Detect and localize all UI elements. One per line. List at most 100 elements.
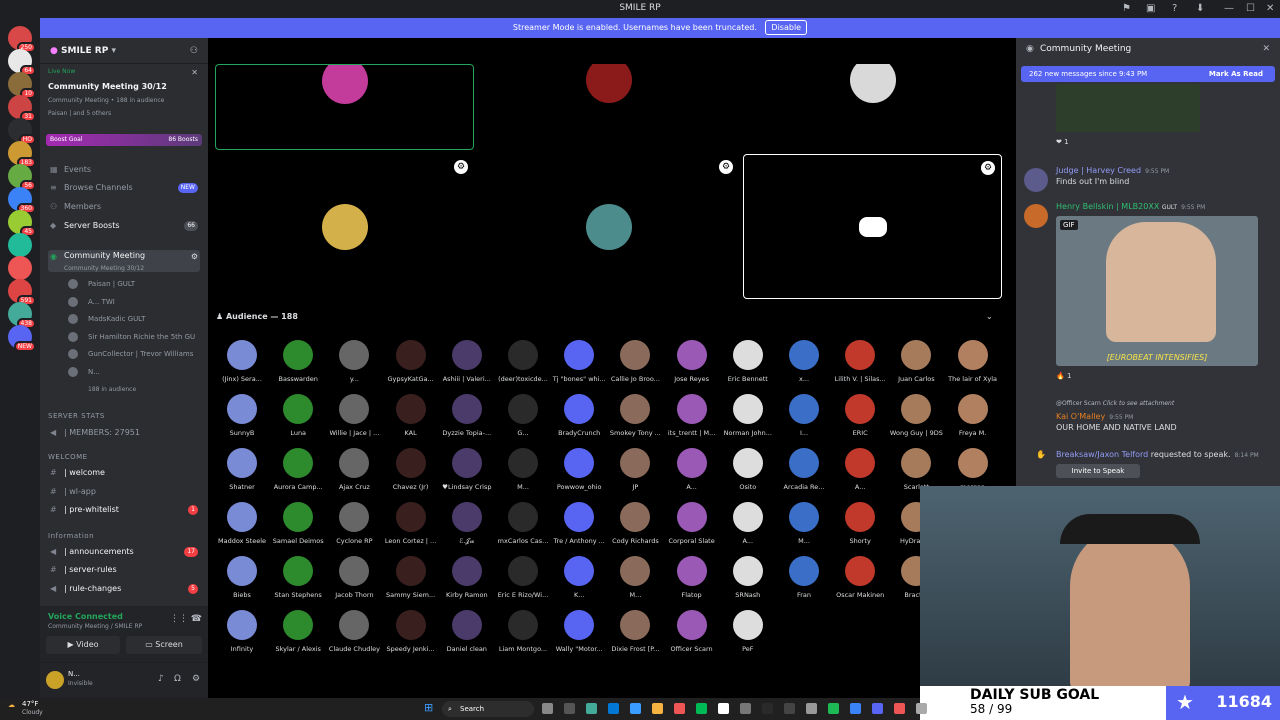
channel-pre-whitelist[interactable]: # | pre-whitelist 1 [48,502,200,518]
audience-member[interactable]: JP [607,448,663,502]
audience-member[interactable]: Corporal Slate [664,502,720,556]
audience-member[interactable]: Ashiii | Valeri... [439,340,495,394]
audience-member[interactable]: PeF [720,610,776,664]
video-button[interactable]: ▶ Video [46,636,120,654]
audience-member[interactable]: Tj "bones" whi... [551,340,607,394]
stage-speaker[interactable]: GunCollector | Trevor Williams [48,346,200,362]
audience-member[interactable]: GypsyKatGa... [383,340,439,394]
server-icon[interactable]: 64 [8,49,36,76]
speaker-settings-icon[interactable]: ⚙ [454,160,468,174]
taskbar-app-icon[interactable] [564,703,575,714]
audience-member[interactable]: Arcadia Re... [776,448,832,502]
request-author[interactable]: Breaksaw/Jaxon Telford [1056,450,1148,459]
channel-members-count[interactable]: ◀ | MEMBERS: 27951 [48,425,200,441]
help-icon[interactable]: ? [1172,3,1177,14]
settings-icon[interactable]: ⚙ [192,674,200,684]
stage-speaker[interactable]: N... [48,364,200,380]
server-icon[interactable]: NEW [8,325,36,352]
mark-as-read-button[interactable]: Mark As Read [1209,66,1263,82]
chevron-down-icon[interactable]: ⌄ [986,312,993,321]
message-author[interactable]: Judge | Harvey Creed [1056,166,1141,175]
event-title[interactable]: Community Meeting 30/12 [48,82,167,91]
server-icon[interactable]: HO [8,118,36,145]
audience-member[interactable]: M... [776,502,832,556]
stage-speaker[interactable]: MadsKadic GULT [48,311,200,327]
mic-icon[interactable]: ♪ [158,674,164,684]
server-icon[interactable] [8,233,32,257]
taskbar-app-icon[interactable] [894,703,905,714]
audience-member[interactable]: Willie | Jace | ... [326,394,382,448]
audience-member[interactable]: Sammy Siem... [383,556,439,610]
server-icon[interactable]: 56 [8,164,36,191]
audience-member[interactable]: Dixie Frost [P... [607,610,663,664]
audience-member[interactable]: Leon Cortez | ... [383,502,439,556]
audience-member[interactable]: Dyzzie Topia-... [439,394,495,448]
server-icon[interactable] [8,256,32,280]
server-icon[interactable]: 438 [8,302,36,329]
audience-member[interactable]: ℰ.𝒥𝓌 [439,502,495,556]
channel-server-rules[interactable]: # | server-rules [48,562,200,578]
channel-server-boosts[interactable]: ◆ Server Boosts 66 [48,218,200,234]
audience-member[interactable]: Oscar Makinen [832,556,888,610]
audience-member[interactable]: Shorty [832,502,888,556]
windows-start-icon[interactable]: ⊞ [424,701,433,714]
minimize-icon[interactable]: — [1224,3,1234,14]
server-icon[interactable]: 360 [8,187,36,214]
audience-member[interactable]: Osito [720,448,776,502]
taskbar-app-icon[interactable] [608,703,619,714]
audience-member[interactable]: Jose Reyes [664,340,720,394]
channel-members[interactable]: ⚇ Members [48,199,200,215]
message-author[interactable]: Henry Bellskin | MLB20XX [1056,202,1159,211]
screen-button[interactable]: ▭ Screen [126,636,202,654]
stage-channel-community-meeting[interactable]: ◉ Community Meeting Community Meeting 30… [48,250,200,272]
audience-member[interactable]: Fran [776,556,832,610]
audience-member[interactable]: Eric E Rizo/Wi... [495,556,551,610]
server-header[interactable]: ● SMILE RP ▾ ⚇ [40,38,208,64]
channel-browse[interactable]: ≡ Browse Channels NEW [48,180,200,196]
channel-rule-changes[interactable]: ◀ | rule-changes 5 [48,581,200,597]
taskbar-app-icon[interactable] [586,703,597,714]
message-author[interactable]: Kai O'Malley [1056,412,1105,421]
channel-events[interactable]: ▦ Events [48,162,200,178]
taskbar-search[interactable]: ⌕ Search [442,701,534,717]
speaker-settings-icon[interactable]: ⚙ [719,160,733,174]
audience-member[interactable]: The lair of Xyla [945,340,1001,394]
taskbar-app-icon[interactable] [652,703,663,714]
taskbar-app-icon[interactable] [718,703,729,714]
avatar[interactable] [1024,204,1048,228]
gif-attachment[interactable]: GIF [EUROBEAT INTENSIFIES] [1056,216,1258,366]
audience-member[interactable]: Officer Scarn [664,610,720,664]
audience-member[interactable]: ♥Lindsay Crisp [439,448,495,502]
boost-goal-bar[interactable]: Boost Goal 86 Boosts [46,134,202,146]
speaker-tile-5[interactable]: ⚙ [479,154,739,299]
taskbar-app-icon[interactable] [740,703,751,714]
server-icon[interactable]: 31 [8,95,36,122]
audience-member[interactable]: x... [776,340,832,394]
taskbar-app-icon[interactable] [850,703,861,714]
audience-member[interactable]: its_trentt | M... [664,394,720,448]
server-icon[interactable]: 10 [8,72,36,99]
audience-member[interactable]: Daniel clean [439,610,495,664]
audience-member[interactable]: Lilith V. | Silas... [832,340,888,394]
maximize-icon[interactable]: ☐ [1246,3,1255,14]
avatar[interactable] [1024,168,1048,192]
audience-member[interactable]: I... [776,394,832,448]
audience-member[interactable]: Maddox Steele [214,502,270,556]
server-icon[interactable]: 183 [8,141,36,168]
channel-wl-app[interactable]: # | wl-app [48,484,200,500]
audience-member[interactable]: Wally "Motor... [551,610,607,664]
audience-member[interactable]: (deer)toxicde... [495,340,551,394]
audience-member[interactable]: Wong Guy | 9DS [888,394,944,448]
audience-member[interactable]: K... [551,556,607,610]
taskbar-app-icon[interactable] [542,703,553,714]
audience-member[interactable]: SRNash [720,556,776,610]
audience-member[interactable]: Callie Jo Broo... [607,340,663,394]
speaker-tile-6[interactable]: ⚙ [743,154,1002,299]
audience-member[interactable]: Speedy Jenki... [383,610,439,664]
server-icon[interactable]: 45 [8,210,36,237]
audience-member[interactable]: Aurora Camp... [270,448,326,502]
close-chat-icon[interactable]: ✕ [1262,44,1270,54]
audience-member[interactable]: Biebs [214,556,270,610]
audience-member[interactable]: Shatner [214,448,270,502]
audience-member[interactable]: ERIC [832,394,888,448]
